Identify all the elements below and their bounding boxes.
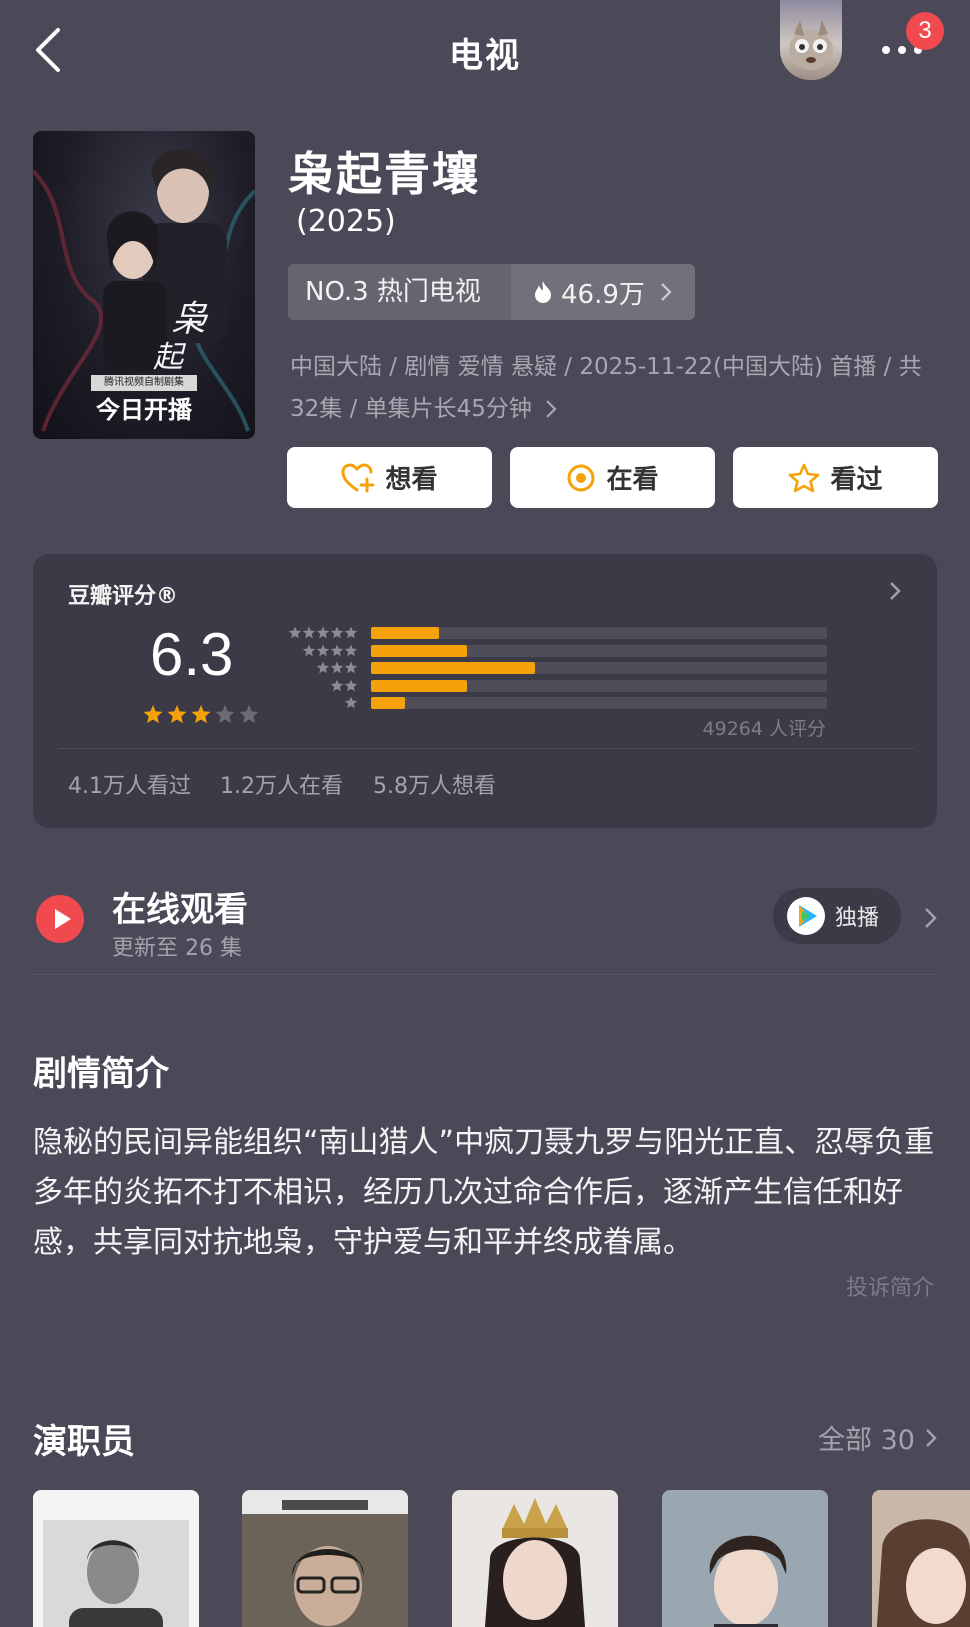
exclusive-label: 独播 (835, 906, 880, 931)
chevron-right-icon (546, 400, 557, 418)
cast-all-label: 全部 30 (818, 1425, 915, 1456)
heat-indicator[interactable]: 46.9万 (511, 264, 695, 320)
star-small-icon (344, 679, 358, 691)
rating-count: 49264 人评分 (702, 718, 826, 740)
poster-ribbon: 腾讯视频自制剧集 (91, 375, 197, 391)
distribution-track (371, 644, 827, 657)
rank-label: NO.3 热门电视 (305, 277, 481, 307)
heat-value: 46.9万 (561, 279, 645, 310)
watching-icon (567, 464, 595, 491)
cast-member-card[interactable] (662, 1490, 828, 1627)
distribution-bar-4 (371, 644, 467, 657)
cast-all-link[interactable]: 全部 30 (818, 1418, 939, 1457)
star-small-icon (302, 626, 316, 639)
avatar-illustration (789, 20, 833, 70)
play-icon[interactable] (36, 895, 84, 943)
star-small-icon (302, 644, 316, 656)
star-small-icon (316, 661, 330, 674)
star-small-icon (330, 661, 344, 674)
flame-icon (535, 281, 551, 303)
want-to-watch-label: 想看 (385, 465, 438, 495)
cast-member-card[interactable] (452, 1490, 618, 1627)
chevron-right-icon[interactable] (886, 576, 906, 606)
star-small-icon (344, 644, 358, 656)
distribution-track (371, 679, 827, 692)
cast-member-card[interactable] (242, 1490, 408, 1627)
cast-heading: 演职员 (33, 1422, 135, 1462)
chevron-right-icon (661, 283, 672, 301)
cast-photo (242, 1490, 408, 1626)
synopsis-text: 隐秘的民间异能组织“南山猎人”中疯刀聂九罗与阳光正直、忍辱负重多年的炎拓不打不相… (33, 1125, 935, 1260)
distribution-bar-3 (371, 662, 535, 674)
chevron-right-icon (926, 1428, 937, 1447)
notification-badge: 3 (906, 12, 944, 50)
star-outline-icon (789, 463, 820, 492)
star-small-icon (344, 626, 358, 639)
show-year: (2025) (296, 204, 396, 239)
rating-score: 6.3 (150, 621, 234, 688)
star-empty-icon (239, 705, 259, 724)
star-filled-icon (167, 705, 187, 724)
distribution-track (371, 627, 827, 639)
exclusive-platform-button[interactable]: 独播 (773, 888, 901, 944)
watched-button[interactable]: 看过 (733, 447, 938, 508)
synopsis-heading: 剧情简介 (33, 1054, 169, 1094)
ranking-badge[interactable]: NO.3 热门电视 46.9万 (288, 264, 695, 320)
episode-update: 更新至 26 集 (112, 936, 242, 961)
star-small-icon (288, 626, 302, 639)
star-small-icon (344, 661, 358, 674)
watched-count: 4.1万人看过 (68, 774, 191, 799)
distribution-stars-1 (344, 696, 358, 709)
heart-plus-icon (341, 462, 375, 492)
chevron-right-icon[interactable] (922, 904, 940, 932)
want-count: 5.8万人想看 (373, 774, 496, 799)
watching-label: 在看 (606, 465, 659, 495)
star-small-icon (316, 626, 330, 639)
avatar[interactable] (780, 0, 842, 80)
cast-member-card[interactable] (33, 1490, 199, 1627)
distribution-stars-2 (330, 679, 358, 691)
distribution-track (371, 662, 827, 674)
star-small-icon (330, 626, 344, 639)
cast-photo (709, 1535, 787, 1627)
want-to-watch-button[interactable]: 想看 (287, 447, 492, 508)
cast-photo (484, 1498, 586, 1627)
distribution-bar-2 (371, 679, 467, 692)
cast-photo (43, 1520, 189, 1627)
watched-label: 看过 (830, 465, 883, 495)
show-meta[interactable]: 中国大陆 / 剧情 爱情 悬疑 / 2025-11-22(中国大陆) 首播 / … (290, 346, 940, 430)
cast-photo (876, 1519, 970, 1627)
tencent-video-icon (787, 897, 825, 935)
report-synopsis-link[interactable]: 投诉简介 (790, 1270, 934, 1302)
cast-member-card[interactable] (872, 1490, 970, 1627)
section-divider (33, 974, 937, 975)
star-filled-icon (191, 705, 211, 724)
douban-rating-label: 豆瓣评分® (68, 584, 179, 609)
star-small-icon (330, 644, 344, 656)
star-small-icon (344, 696, 358, 709)
svg-text:枭: 枭 (171, 299, 209, 340)
star-small-icon (316, 644, 330, 656)
star-filled-icon (143, 705, 163, 724)
rating-stars (143, 705, 259, 724)
distribution-bar-1 (371, 697, 405, 709)
distribution-track (371, 697, 827, 709)
rating-divider (58, 748, 914, 749)
watching-button[interactable]: 在看 (510, 447, 715, 508)
distribution-bar-5 (371, 627, 439, 639)
show-meta-text: 中国大陆 / 剧情 爱情 悬疑 / 2025-11-22(中国大陆) 首播 / … (290, 354, 922, 422)
star-empty-icon (215, 705, 235, 724)
star-small-icon (330, 679, 344, 691)
online-watch-title[interactable]: 在线观看 (112, 882, 248, 931)
distribution-stars-3 (316, 661, 358, 674)
distribution-stars-4 (302, 644, 358, 656)
show-title: 枭起青壤 (288, 147, 480, 201)
show-poster[interactable]: 枭 起 腾讯视频自制剧集 今日开播 (33, 131, 255, 439)
watching-count: 1.2万人在看 (220, 774, 343, 799)
distribution-stars-5 (288, 626, 358, 639)
poster-caption: 今日开播 (96, 396, 192, 424)
svg-text:起: 起 (153, 340, 187, 375)
